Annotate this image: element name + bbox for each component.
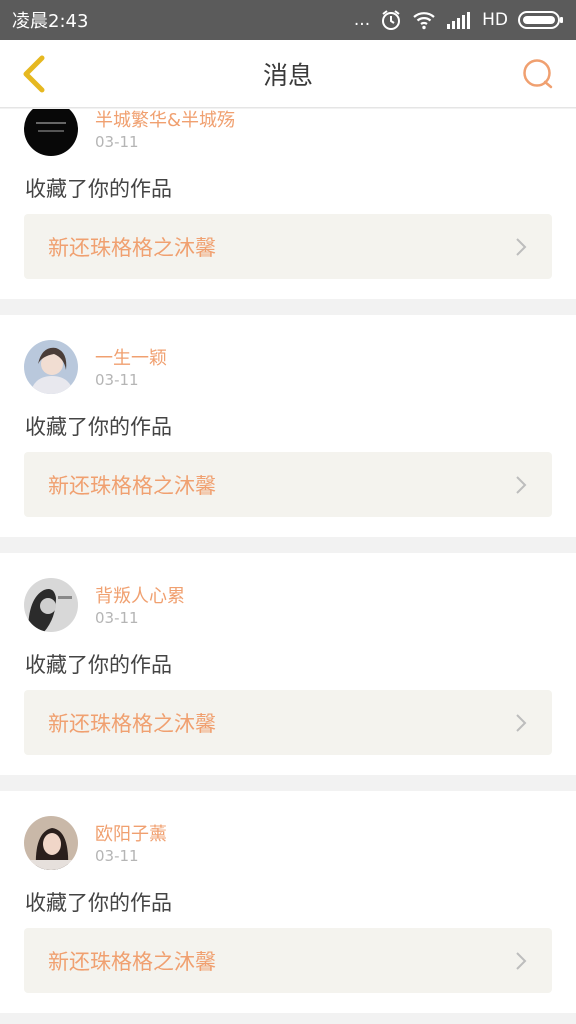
wifi-icon (412, 10, 436, 30)
chevron-left-icon (23, 55, 45, 93)
search-button[interactable] (520, 56, 556, 92)
status-icons: ... HD (354, 9, 564, 31)
avatar[interactable] (24, 109, 78, 156)
work-link[interactable]: 新还珠格格之沐馨 (24, 690, 552, 755)
avatar[interactable] (24, 578, 78, 632)
alarm-icon (380, 9, 402, 31)
message-card: 背叛人心累 03-11 收藏了你的作品 新还珠格格之沐馨 (0, 553, 576, 775)
signal-icon (446, 11, 472, 29)
chevron-right-icon (516, 713, 527, 732)
action-text: 收藏了你的作品 (25, 653, 172, 677)
work-title: 新还珠格格之沐馨 (48, 473, 216, 498)
battery-icon (518, 10, 564, 30)
status-bar: 凌晨2:43 ... HD (0, 0, 576, 40)
message-date: 03-11 (95, 133, 139, 151)
work-title: 新还珠格格之沐馨 (48, 235, 216, 260)
avatar[interactable] (24, 816, 78, 870)
user-name[interactable]: 半城繁华&半城殇 (95, 109, 235, 132)
page-title: 消息 (262, 60, 313, 90)
header-bar: 消息 (0, 40, 576, 108)
user-name[interactable]: 欧阳子薰 (95, 820, 167, 846)
message-list[interactable]: 半城繁华&半城殇 03-11 收藏了你的作品 新还珠格格之沐馨 一生一颖 03-… (0, 109, 576, 1024)
message-date: 03-11 (95, 609, 139, 627)
message-card: 一生一颖 03-11 收藏了你的作品 新还珠格格之沐馨 (0, 315, 576, 537)
user-name[interactable]: 背叛人心累 (95, 582, 185, 608)
chevron-right-icon (516, 951, 527, 970)
avatar[interactable] (24, 340, 78, 394)
work-title: 新还珠格格之沐馨 (48, 949, 216, 974)
search-icon (523, 59, 553, 89)
chevron-right-icon (516, 237, 527, 256)
message-date: 03-11 (95, 847, 139, 865)
message-date: 03-11 (95, 371, 139, 389)
user-name[interactable]: 一生一颖 (95, 344, 167, 370)
action-text: 收藏了你的作品 (25, 415, 172, 439)
action-text: 收藏了你的作品 (25, 891, 172, 915)
action-text: 收藏了你的作品 (25, 177, 172, 201)
chevron-right-icon (516, 475, 527, 494)
work-link[interactable]: 新还珠格格之沐馨 (24, 452, 552, 517)
status-time: 凌晨2:43 (12, 11, 89, 32)
work-link[interactable]: 新还珠格格之沐馨 (24, 214, 552, 279)
work-link[interactable]: 新还珠格格之沐馨 (24, 928, 552, 993)
network-type: HD (482, 10, 508, 30)
back-button[interactable] (14, 54, 54, 94)
message-card: 半城繁华&半城殇 03-11 收藏了你的作品 新还珠格格之沐馨 (0, 109, 576, 299)
message-card: 欧阳子薰 03-11 收藏了你的作品 新还珠格格之沐馨 (0, 791, 576, 1013)
work-title: 新还珠格格之沐馨 (48, 711, 216, 736)
more-dots-icon: ... (353, 10, 371, 30)
